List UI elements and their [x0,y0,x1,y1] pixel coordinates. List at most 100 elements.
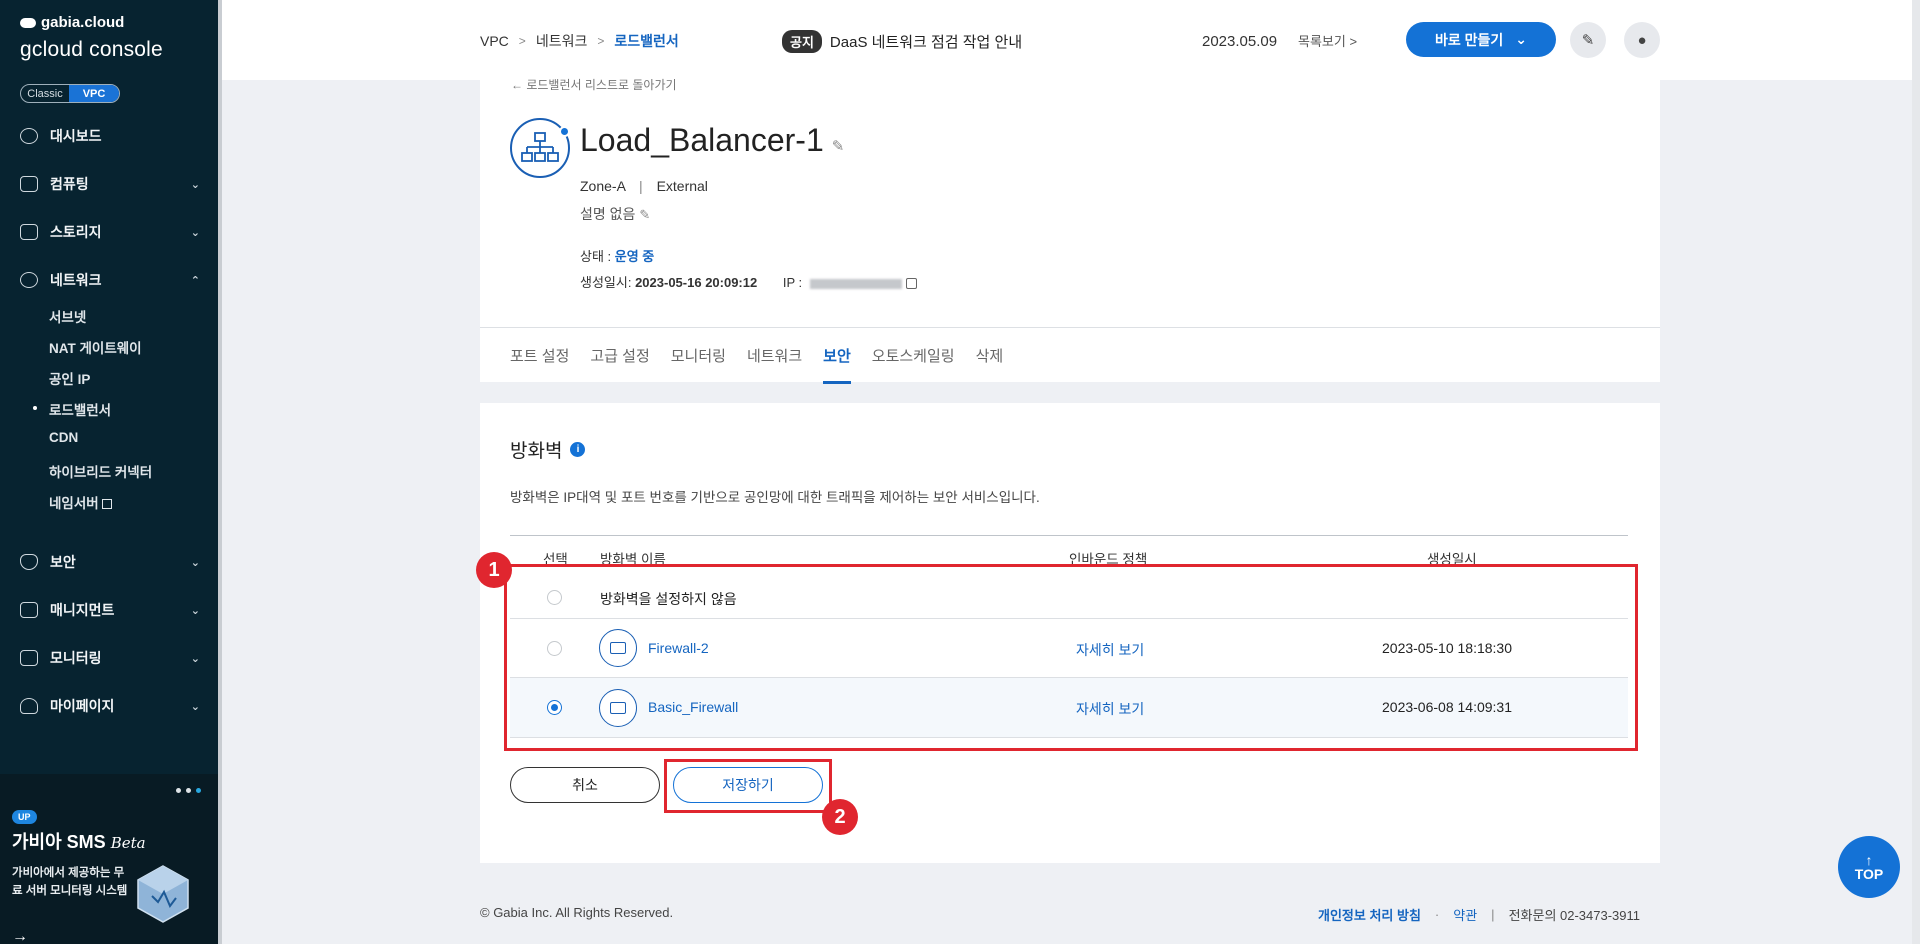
carousel-dots[interactable] [176,788,201,793]
promo-banner[interactable]: UP 가비아 SMS Beta 가비아에서 제공하는 무료 서버 모니터링 시스… [0,774,218,944]
nav-label: 네트워크 [50,272,102,288]
tab-advanced-settings[interactable]: 고급 설정 [590,345,649,384]
edit-name-icon[interactable]: ✎ [832,137,845,155]
nav-network[interactable]: 네트워크 ⌃ [20,268,200,292]
status-label: 상태 : [580,249,615,264]
sub-nameserver-label: 네임서버 [49,496,99,511]
chevron-right-icon: > [597,34,605,48]
nav-dashboard[interactable]: 대시보드 [20,124,200,148]
chevron-down-icon: ⌄ [190,700,200,713]
footer-links: 개인정보 처리 방침 · 약관 | 전화문의 02-3473-3911 [1318,905,1640,924]
chevron-right-icon: > [518,34,526,48]
nav-label: 매니지먼트 [50,602,115,618]
quick-create-button[interactable]: 바로 만들기 ⌄ [1406,22,1556,57]
sub-nameserver[interactable]: 네임서버 [49,492,112,512]
top-button-label: TOP [1854,866,1884,882]
tab-network[interactable]: 네트워크 [747,345,802,384]
notice-list-label: 목록보기 [1298,34,1346,49]
sidebar-scrollbar[interactable] [218,0,222,944]
brand-main-text[interactable]: gcloud console [20,38,163,62]
tab-autoscaling[interactable]: 오토스케일링 [872,345,955,384]
chip-icon [20,176,38,192]
nav-monitoring[interactable]: 모니터링 ⌄ [20,646,200,670]
notice-list-link[interactable]: 목록보기 > [1298,31,1357,50]
user-profile-icon[interactable]: ● [1624,22,1660,58]
brand-logo[interactable]: gabia.cloud [20,14,124,31]
nav-label: 스토리지 [50,224,102,240]
sub-subnet[interactable]: 서브넷 [49,306,86,326]
toggle-vpc[interactable]: VPC [69,85,119,102]
notice-text[interactable]: DaaS 네트워크 점검 작업 안내 [830,31,1022,52]
status-dot [559,126,570,137]
chevron-down-icon: ⌄ [190,604,200,617]
network-icon [20,272,38,288]
breadcrumb: VPC > 네트워크 > 로드밸런서 [480,31,679,51]
nav-storage[interactable]: 스토리지 ⌄ [20,220,200,244]
storage-icon [20,224,38,240]
chevron-up-icon: ⌃ [190,274,200,287]
footer-divider: | [1491,907,1495,922]
privacy-policy-link[interactable]: 개인정보 처리 방침 [1318,905,1421,924]
feedback-icon[interactable]: ✎ [1570,22,1606,58]
cancel-button[interactable]: 취소 [510,767,660,803]
chevron-down-icon: ⌄ [1515,31,1528,47]
footer-dot: · [1434,907,1440,922]
breadcrumb-vpc[interactable]: VPC [480,33,509,49]
sub-cdn[interactable]: CDN [49,430,78,445]
promo-title: 가비아 SMS Beta [12,828,146,854]
sub-nat-gateway[interactable]: NAT 게이트웨이 [49,337,142,357]
cloud-icon [20,17,36,28]
firewall-description: 방화벽은 IP대역 및 포트 번호를 기반으로 공인망에 대한 트래픽을 제어하… [510,490,1040,505]
sub-load-balancer[interactable]: 로드밸런서 [32,399,111,419]
user-icon [20,698,38,714]
quick-create-label: 바로 만들기 [1434,31,1504,48]
sub-public-ip[interactable]: 공인 IP [49,368,90,388]
annotation-badge-2: 2 [822,799,858,835]
edit-description-icon[interactable]: ✎ [639,207,650,223]
divider [480,327,1660,328]
load-balancer-name: Load_Balancer-1 ✎ [580,122,844,159]
breadcrumb-load-balancer[interactable]: 로드밸런서 [614,31,678,51]
copy-icon[interactable] [905,278,917,290]
nav-mypage[interactable]: 마이페이지 ⌄ [20,694,200,718]
tab-monitoring[interactable]: 모니터링 [671,345,726,384]
arrow-up-icon: ↑ [1865,852,1873,868]
ip-label: IP : [782,275,806,290]
description: 설명 없음 ✎ [580,204,650,224]
ip-value-blurred [809,278,902,289]
created-label: 생성일시: [580,275,636,290]
breadcrumb-network[interactable]: 네트워크 [536,31,588,51]
back-to-list-link[interactable]: ← 로드밸런서 리스트로 돌아가기 [511,76,677,93]
scroll-to-top-button[interactable]: ↑ TOP [1838,836,1900,898]
zone-label: Zone-A [580,178,626,194]
nav-label: 마이페이지 [50,698,115,714]
notice-date: 2023.05.09 [1202,33,1278,50]
sidebar: gabia.cloud gcloud console Classic VPC 대… [0,0,218,944]
notice[interactable]: 공지 DaaS 네트워크 점검 작업 안내 [782,30,1022,53]
arrow-right-icon[interactable]: → [12,928,28,944]
nav-security[interactable]: 보안 ⌄ [20,550,200,574]
shield-icon [20,554,38,570]
chevron-down-icon: ⌄ [190,178,200,191]
promo-title-text: 가비아 SMS [12,832,106,852]
chevron-down-icon: ⌄ [190,556,200,569]
nav-computing[interactable]: 컴퓨팅 ⌄ [20,172,200,196]
tab-delete[interactable]: 삭제 [976,345,1004,384]
status-line: 상태 : 운영 중 [580,246,654,265]
tab-security[interactable]: 보안 [823,345,851,384]
gauge-icon [20,128,38,144]
page-scrollbar[interactable] [1912,0,1920,944]
status-value: 운영 중 [614,249,655,264]
tab-bar: 포트 설정 고급 설정 모니터링 네트워크 보안 오토스케일링 삭제 [510,345,1003,384]
nav-management[interactable]: 매니지먼트 ⌄ [20,598,200,622]
monitor-icon [20,650,38,666]
notice-tag: 공지 [782,30,822,53]
promo-desc: 가비아에서 제공하는 무료 서버 모니터링 시스템 [12,867,128,897]
toggle-classic[interactable]: Classic [21,85,69,102]
sub-hybrid-connector[interactable]: 하이브리드 커넥터 [49,461,152,481]
terms-link[interactable]: 약관 [1453,905,1477,924]
classic-vpc-toggle[interactable]: Classic VPC [20,84,120,103]
chevron-down-icon: ⌄ [190,226,200,239]
info-icon[interactable]: i [570,442,586,457]
tab-port-settings[interactable]: 포트 설정 [510,345,569,384]
